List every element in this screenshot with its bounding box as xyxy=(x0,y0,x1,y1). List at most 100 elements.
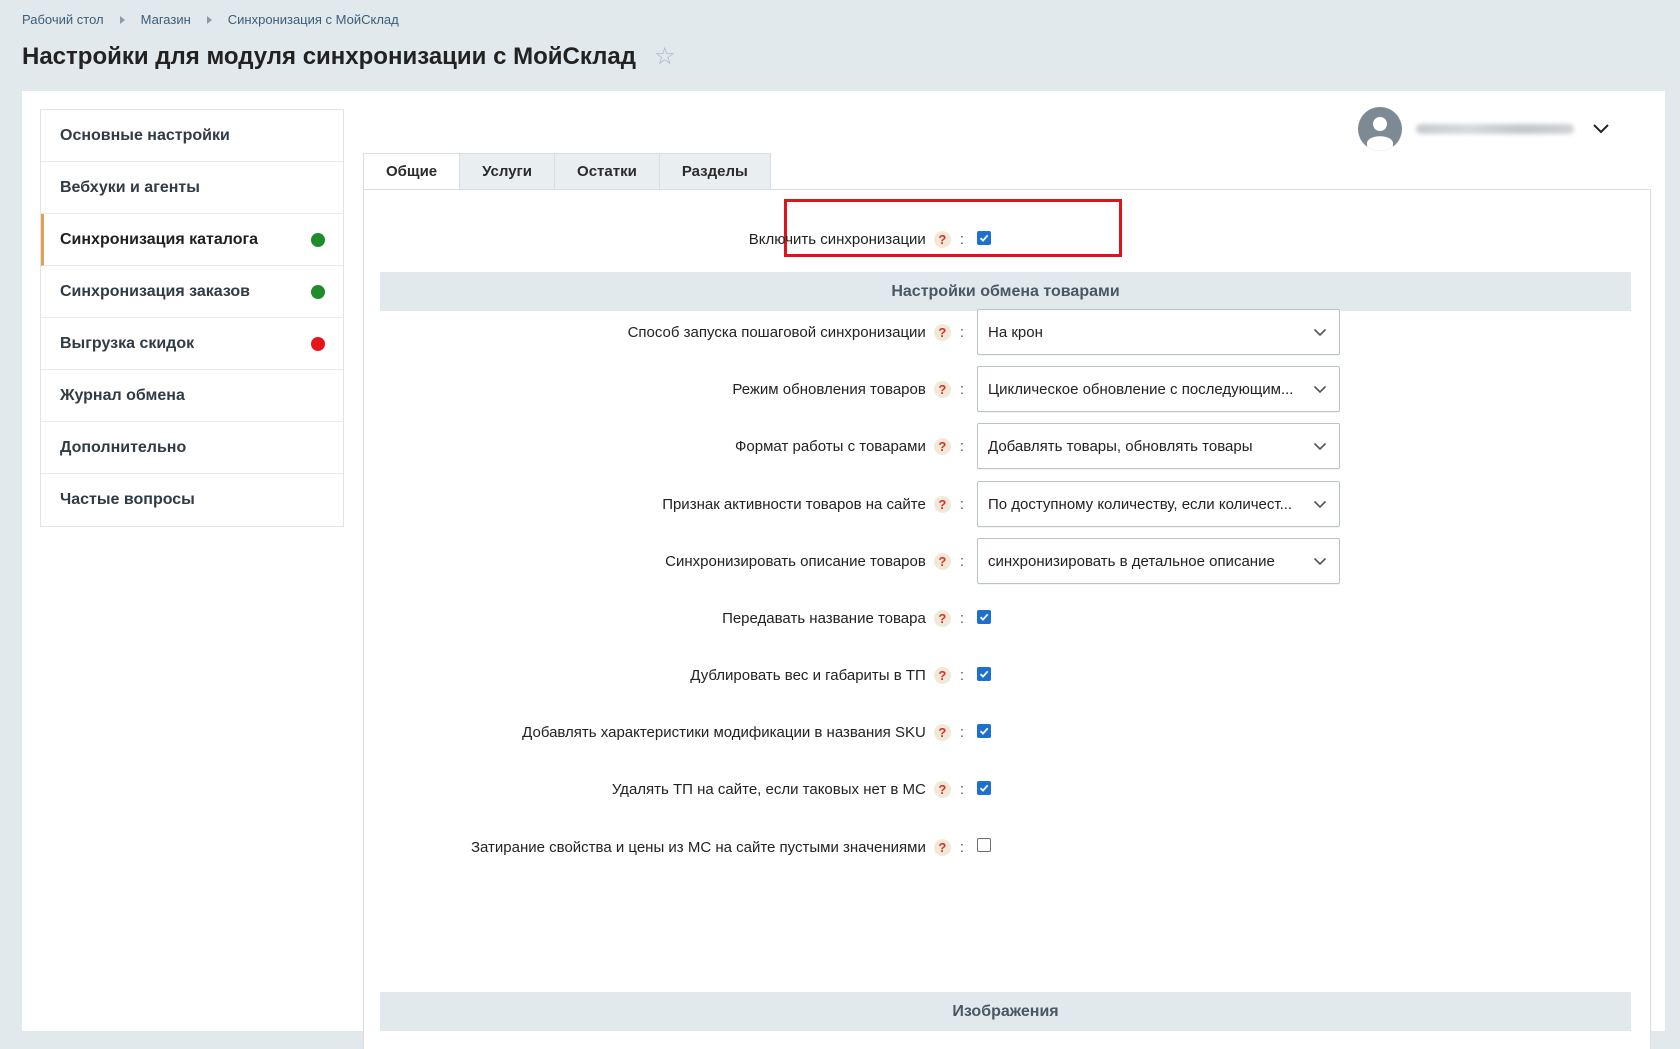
help-icon[interactable]: ? xyxy=(933,723,951,741)
setting-row: Дублировать вес и габариты в ТП?: xyxy=(364,665,1652,685)
breadcrumb-moysklad-sync[interactable]: Синхронизация с МойСклад xyxy=(228,12,399,27)
colon-separator: : xyxy=(959,437,964,455)
breadcrumb-desktop[interactable]: Рабочий стол xyxy=(22,12,104,27)
setting-label-wrap: Удалять ТП на сайте, если таковых нет в … xyxy=(364,780,964,798)
setting-row: Формат работы с товарами?: Добавлять това… xyxy=(364,423,1652,469)
setting-select[interactable]: По доступному количеству, если количест.… xyxy=(977,481,1340,527)
setting-label: Способ запуска пошаговой синхронизации xyxy=(627,323,926,341)
sidebar-item[interactable]: Основные настройки xyxy=(41,110,343,162)
setting-label: Удалять ТП на сайте, если таковых нет в … xyxy=(611,780,926,798)
help-icon[interactable]: ? xyxy=(933,666,951,684)
chevron-down-icon[interactable] xyxy=(1592,123,1610,135)
enable-sync-label-wrap: Включить синхронизации ? : xyxy=(364,230,964,248)
setting-label: Передавать название товара xyxy=(722,609,926,627)
sidebar-item[interactable]: Выгрузка скидок xyxy=(41,318,343,370)
setting-label: Признак активности товаров на сайте xyxy=(662,495,926,513)
colon-separator: : xyxy=(959,380,964,398)
sidebar-item[interactable]: Синхронизация каталога xyxy=(41,214,343,266)
select-value: Добавлять товары, обновлять товары xyxy=(988,437,1253,455)
tab-item[interactable]: Остатки xyxy=(555,153,660,190)
colon-separator: : xyxy=(959,666,964,684)
setting-select[interactable]: Циклическое обновление с последующим... xyxy=(977,366,1340,412)
chevron-down-icon xyxy=(1313,557,1327,565)
tab-item[interactable]: Разделы xyxy=(659,153,771,190)
tab-item[interactable]: Услуги xyxy=(460,153,556,190)
setting-row: Удалять ТП на сайте, если таковых нет в … xyxy=(364,779,1652,799)
setting-checkbox[interactable] xyxy=(977,837,991,852)
help-icon[interactable]: ? xyxy=(933,323,951,341)
help-icon[interactable]: ? xyxy=(933,780,951,798)
setting-label: Дублировать вес и габариты в ТП xyxy=(690,666,926,684)
help-icon[interactable]: ? xyxy=(933,380,951,398)
colon-separator: : xyxy=(959,609,964,627)
colon-separator: : xyxy=(959,495,964,513)
setting-checkbox[interactable] xyxy=(977,610,991,624)
setting-select[interactable]: синхронизировать в детальное описание xyxy=(977,538,1340,584)
sidebar-item[interactable]: Журнал обмена xyxy=(41,370,343,422)
sidebar-item[interactable]: Вебхуки и агенты xyxy=(41,162,343,214)
sidebar-item-label: Дополнительно xyxy=(60,438,187,456)
enable-sync-checkbox[interactable] xyxy=(977,231,991,245)
setting-row: Добавлять характеристики модификации в н… xyxy=(364,722,1652,742)
help-icon[interactable]: ? xyxy=(933,437,951,455)
setting-label: Формат работы с товарами xyxy=(735,437,926,455)
sidebar-item[interactable]: Частые вопросы xyxy=(41,474,343,526)
sidebar-item-label: Основные настройки xyxy=(60,126,230,144)
favorite-star-icon[interactable]: ☆ xyxy=(654,42,676,71)
setting-label-wrap: Формат работы с товарами?: xyxy=(364,437,964,455)
setting-label-wrap: Добавлять характеристики модификации в н… xyxy=(364,723,964,741)
sidebar-item-label: Выгрузка скидок xyxy=(60,334,195,352)
setting-select[interactable]: Добавлять товары, обновлять товары xyxy=(977,423,1340,469)
settings-sidebar: Основные настройки Вебхуки и агенты Синхро… xyxy=(40,109,344,527)
setting-label-wrap: Синхронизировать описание товаров?: xyxy=(364,552,964,570)
breadcrumb-shop[interactable]: Магазин xyxy=(141,12,191,27)
setting-select[interactable]: На крон xyxy=(977,309,1340,355)
chevron-down-icon xyxy=(1313,328,1327,336)
help-icon[interactable]: ? xyxy=(933,552,951,570)
checkmark-icon xyxy=(979,670,989,678)
user-avatar-icon[interactable] xyxy=(1358,107,1402,151)
enable-sync-row: Включить синхронизации ? : xyxy=(364,230,1652,248)
setting-checkbox[interactable] xyxy=(977,667,991,681)
setting-checkbox[interactable] xyxy=(977,781,991,795)
sidebar-item-label: Синхронизация каталога xyxy=(60,230,259,248)
setting-label-wrap: Передавать название товара?: xyxy=(364,609,964,627)
sidebar-item-label: Синхронизация заказов xyxy=(60,282,250,300)
select-value: Циклическое обновление с последующим... xyxy=(988,380,1294,398)
chevron-down-icon xyxy=(1313,500,1327,508)
breadcrumb: Рабочий стол Магазин Синхронизация с Мой… xyxy=(22,12,399,27)
help-icon[interactable]: ? xyxy=(933,838,951,856)
setting-checkbox[interactable] xyxy=(977,724,991,738)
status-dot-icon xyxy=(311,232,325,247)
setting-row: Затирание свойства и цены из МС на сайте… xyxy=(364,837,1652,857)
setting-row: Синхронизировать описание товаров?: синхр… xyxy=(364,538,1652,584)
settings-tabs: Общие Услуги Остатки Разделы xyxy=(363,153,771,190)
colon-separator: : xyxy=(959,323,964,341)
help-icon[interactable]: ? xyxy=(933,495,951,513)
page-title: Настройки для модуля синхронизации с Мой… xyxy=(22,42,636,70)
colon-separator: : xyxy=(959,780,964,798)
chevron-down-icon xyxy=(1313,442,1327,450)
sidebar-item-label: Частые вопросы xyxy=(60,491,195,508)
setting-row: Режим обновления товаров?: Циклическое об… xyxy=(364,366,1652,412)
section-header-images: Изображения xyxy=(380,992,1631,1031)
enable-sync-highlight xyxy=(784,199,1122,257)
help-icon[interactable]: ? xyxy=(933,609,951,627)
sidebar-item[interactable]: Синхронизация заказов xyxy=(41,266,343,318)
section-header-exchange: Настройки обмена товарами xyxy=(380,272,1631,311)
setting-label: Режим обновления товаров xyxy=(732,380,926,398)
select-value: синхронизировать в детальное описание xyxy=(988,552,1275,570)
setting-row: Признак активности товаров на сайте?: По … xyxy=(364,481,1652,527)
setting-label-wrap: Режим обновления товаров?: xyxy=(364,380,964,398)
enable-sync-label: Включить синхронизации xyxy=(748,230,926,248)
user-menu[interactable] xyxy=(1358,107,1610,151)
checkmark-icon xyxy=(979,727,989,735)
tab-item[interactable]: Общие xyxy=(363,153,461,190)
status-dot-icon xyxy=(311,336,325,351)
setting-label-wrap: Дублировать вес и габариты в ТП?: xyxy=(364,666,964,684)
help-icon[interactable]: ? xyxy=(933,230,951,248)
sidebar-item[interactable]: Дополнительно xyxy=(41,422,343,474)
page-title-wrap: Настройки для модуля синхронизации с Мой… xyxy=(22,42,676,71)
user-name-blurred xyxy=(1416,124,1574,134)
tab-content-general: Включить синхронизации ? : Настройки обм… xyxy=(363,189,1651,1049)
